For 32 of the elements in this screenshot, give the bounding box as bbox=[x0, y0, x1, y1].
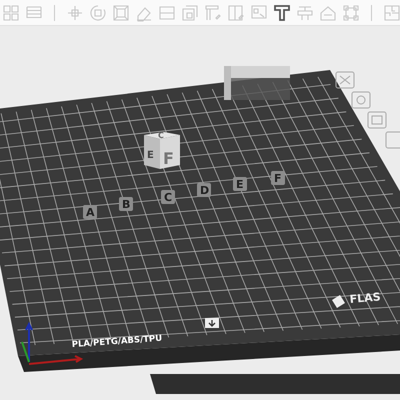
grid-icon[interactable] bbox=[2, 4, 20, 22]
text-icon[interactable] bbox=[273, 4, 291, 22]
letter-model: D bbox=[197, 183, 211, 197]
letter-model: C bbox=[161, 190, 175, 204]
support-edit-icon[interactable] bbox=[227, 4, 245, 22]
letter-model: B bbox=[119, 197, 133, 211]
letter-model: F bbox=[271, 171, 285, 185]
letter-model: E bbox=[233, 177, 247, 191]
rotate-icon[interactable] bbox=[89, 4, 107, 22]
arrow-down-icon bbox=[205, 318, 219, 328]
support-icon[interactable] bbox=[204, 4, 222, 22]
cube-top-letter: C bbox=[158, 131, 164, 140]
material-label: PLA/PETG/ABS/TPU bbox=[72, 334, 162, 350]
frame-icon[interactable] bbox=[368, 112, 386, 128]
stamp-icon[interactable] bbox=[296, 4, 314, 22]
puzzle-icon[interactable] bbox=[383, 4, 400, 22]
cube-front-letter: F bbox=[163, 149, 174, 168]
close-icon[interactable] bbox=[336, 72, 354, 88]
box-model bbox=[224, 66, 290, 100]
brand-text: FLAS bbox=[349, 290, 382, 306]
move-icon[interactable] bbox=[66, 4, 84, 22]
image-icon[interactable] bbox=[250, 4, 268, 22]
logo-icon bbox=[332, 295, 345, 308]
tab-icon[interactable] bbox=[386, 132, 400, 148]
layers-icon[interactable] bbox=[181, 4, 199, 22]
scale-icon[interactable] bbox=[112, 4, 130, 22]
cube-model bbox=[144, 132, 180, 169]
letter-model: A bbox=[83, 205, 97, 219]
cut-icon[interactable] bbox=[158, 4, 176, 22]
house-icon[interactable] bbox=[319, 4, 337, 22]
frame-icon[interactable] bbox=[342, 4, 360, 22]
cube-side-letter: E bbox=[147, 150, 154, 161]
